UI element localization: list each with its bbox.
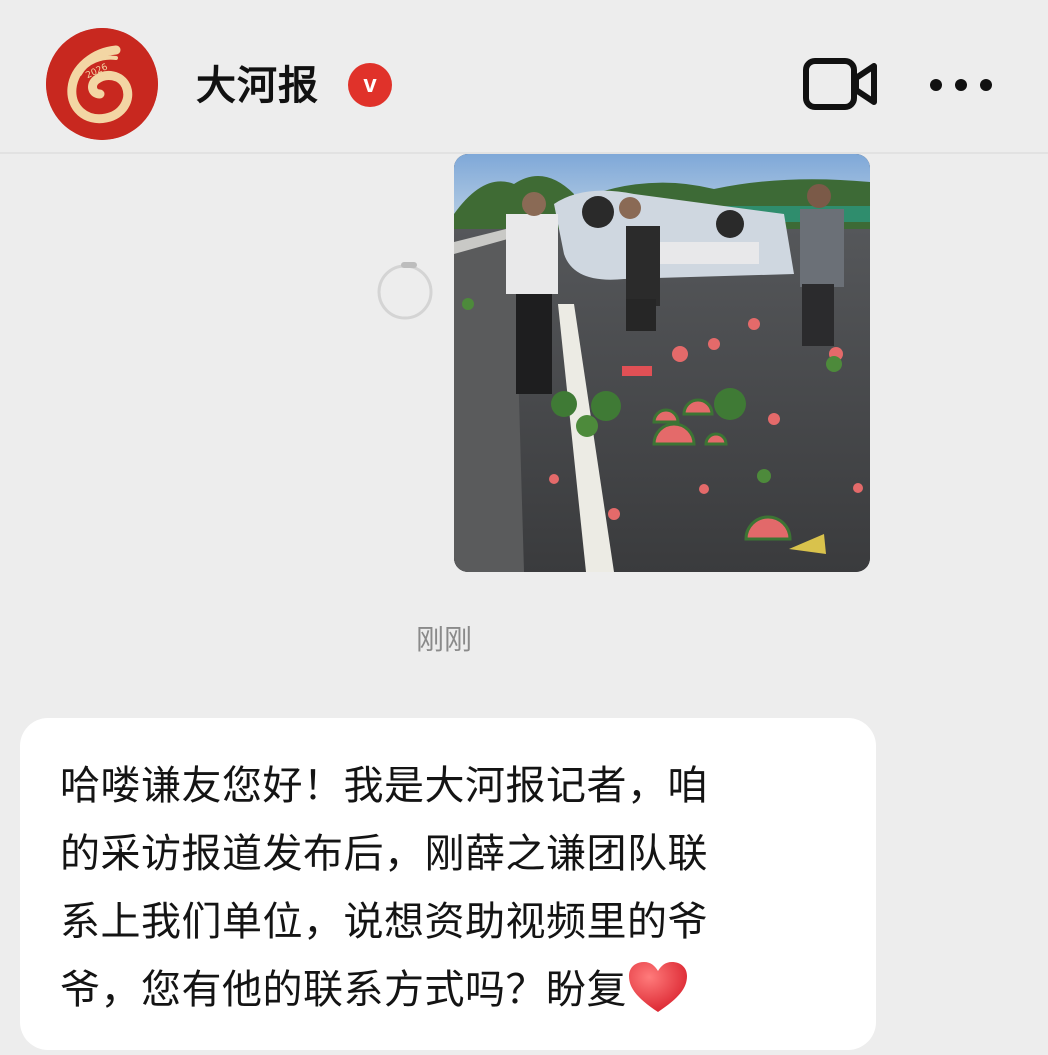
message-line: 系上我们单位，说想资助视频里的爷 <box>60 899 708 945</box>
dahebao-logo-icon: 2026 <box>46 28 158 140</box>
loading-spinner-icon <box>375 262 435 322</box>
watermelon-accident-photo <box>454 154 870 572</box>
more-options-button[interactable] <box>926 68 996 102</box>
video-camera-icon <box>803 58 877 110</box>
message-line-text: 爷，您有他的联系方式吗？盼复 <box>60 967 627 1013</box>
account-name: 大河报 <box>196 63 319 109</box>
text-message-bubble[interactable]: 哈喽谦友您好！我是大河报记者，咱 的采访报道发布后，刚薛之谦团队联 系上我们单位… <box>20 718 876 1050</box>
message-line-last: 爷，您有他的联系方式吗？盼复 <box>60 956 850 1024</box>
chat-header: 2026 大河报 v <box>0 0 1048 154</box>
account-avatar[interactable]: 2026 <box>46 28 158 140</box>
more-dots-icon <box>930 79 992 91</box>
message-line: 哈喽谦友您好！我是大河报记者，咱 <box>60 763 708 809</box>
message-line: 的采访报道发布后，刚薛之谦团队联 <box>60 831 708 877</box>
red-heart-icon <box>627 960 689 1014</box>
verified-badge-letter: v <box>363 71 377 98</box>
message-text: 哈喽谦友您好！我是大河报记者，咱 的采访报道发布后，刚薛之谦团队联 系上我们单位… <box>60 752 850 1024</box>
video-call-button[interactable] <box>800 56 880 112</box>
image-message[interactable] <box>454 154 870 572</box>
message-timestamp: 刚刚 <box>415 623 472 656</box>
verified-badge-icon: v <box>348 63 392 107</box>
